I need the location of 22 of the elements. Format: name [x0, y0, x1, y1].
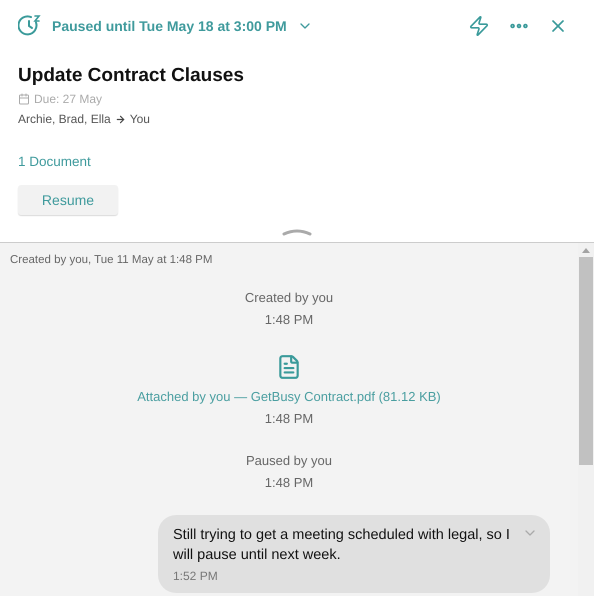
scroll-up-icon[interactable]: [582, 247, 590, 254]
assignee: You: [130, 111, 150, 128]
message-text: Still trying to get a meeting scheduled with legal, so I will pause until next week.: [173, 526, 511, 564]
due-date: Due: 27 May: [34, 91, 102, 108]
calendar-icon: [18, 93, 30, 105]
message-time: 1:52 PM: [173, 568, 219, 584]
collapse-chevron-icon[interactable]: [282, 228, 312, 236]
arrow-right-icon: [114, 114, 126, 124]
lightning-icon[interactable]: [468, 15, 490, 37]
attachment-link[interactable]: Attached by you — GetBusy Contract.pdf (81.12 KB): [137, 386, 441, 406]
event-text: Paused by you: [246, 452, 332, 470]
event-time: 1:48 PM: [264, 474, 314, 492]
documents-link[interactable]: 1 Document: [18, 152, 576, 172]
event-time: 1:48 PM: [264, 410, 314, 428]
paused-status-dropdown[interactable]: Paused until Tue May 18 at 3:00 PM: [18, 14, 313, 38]
assigners: Archie, Brad, Ella: [18, 111, 111, 128]
snooze-clock-icon: [18, 14, 42, 38]
resume-button[interactable]: Resume: [18, 185, 118, 216]
event-text: Created by you: [244, 288, 334, 307]
task-title: Update Contract Clauses: [18, 64, 245, 88]
event-time: 1:48 PM: [264, 311, 314, 329]
created-note: Created by you, Tue 11 May at 1:48 PM: [10, 253, 214, 268]
